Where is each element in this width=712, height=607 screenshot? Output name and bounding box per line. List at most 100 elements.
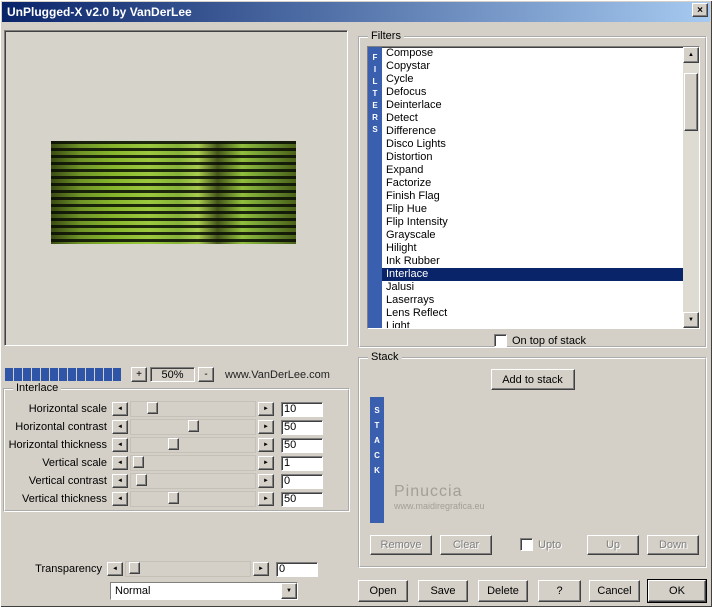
slider-label: Vertical thickness [22,493,107,505]
slider-thumb[interactable] [129,562,141,574]
filter-item[interactable]: Hilight [382,242,683,255]
slider-decrement-button[interactable]: ◄ [112,456,128,470]
slider-decrement-button[interactable]: ◄ [112,420,128,434]
help-button[interactable]: ? [538,580,581,602]
down-button[interactable]: Down [647,535,699,555]
vertical-letter: T [374,421,380,430]
progress-segment [41,368,49,381]
slider-thumb[interactable] [168,492,180,504]
filter-item[interactable]: Factorize [382,177,683,190]
filters-scrollbar[interactable]: ▲ ▼ [683,47,699,328]
filter-item[interactable]: Grayscale [382,229,683,242]
delete-button[interactable]: Delete [478,580,528,602]
open-button[interactable]: Open [358,580,408,602]
blend-mode-dropdown-button[interactable]: ▼ [281,583,297,599]
progress-segment [68,368,76,381]
on-top-of-stack-checkbox[interactable] [494,334,507,347]
save-button[interactable]: Save [418,580,468,602]
title-bar[interactable]: UnPlugged-X v2.0 by VanDerLee [2,2,710,22]
remove-button[interactable]: Remove [370,535,432,555]
slider-value-input[interactable] [281,401,323,417]
slider-thumb[interactable] [187,420,199,432]
slider-increment-button[interactable]: ► [253,562,269,576]
slider-decrement-button[interactable]: ◄ [112,438,128,452]
filter-item[interactable]: Expand [382,164,683,177]
slider-track[interactable] [130,473,256,489]
slider-decrement-button[interactable]: ◄ [112,474,128,488]
filter-item[interactable]: Interlace [382,268,683,281]
slider-value-input[interactable] [276,561,318,577]
slider-value-input[interactable] [281,419,323,435]
progress-segment [86,368,94,381]
slider-increment-button[interactable]: ► [258,402,274,416]
vertical-letter: I [373,65,377,74]
filter-item[interactable]: Lens Reflect [382,307,683,320]
preview-panel[interactable] [4,30,348,346]
chevron-down-icon: ▼ [286,588,292,594]
filter-item[interactable]: Flip Intensity [382,216,683,229]
scrollbar-thumb[interactable] [684,73,698,131]
slider-increment-button[interactable]: ► [258,438,274,452]
cancel-button[interactable]: Cancel [589,580,640,602]
scrollbar-track[interactable] [683,63,699,312]
clear-button[interactable]: Clear [440,535,492,555]
filter-item[interactable]: Deinterlace [382,99,683,112]
arrow-left-icon: ◄ [117,424,123,430]
slider-increment-button[interactable]: ► [258,420,274,434]
ok-button[interactable]: OK [647,579,707,603]
arrow-right-icon: ► [263,442,269,448]
slider-track[interactable] [130,401,256,417]
slider-track[interactable] [130,437,256,453]
slider-increment-button[interactable]: ► [258,492,274,506]
filter-item[interactable]: Defocus [382,86,683,99]
filter-item[interactable]: Distortion [382,151,683,164]
slider-thumb[interactable] [135,474,147,486]
vertical-letter: A [374,436,380,445]
slider-track[interactable] [130,491,256,507]
watermark-site: www.maidiregrafica.eu [394,501,485,511]
filter-item[interactable]: Ink Rubber [382,255,683,268]
filter-item[interactable]: Finish Flag [382,190,683,203]
scrollbar-up-button[interactable]: ▲ [683,47,699,63]
slider-decrement-button[interactable]: ◄ [112,492,128,506]
slider-value-input[interactable] [281,491,323,507]
scrollbar-down-button[interactable]: ▼ [683,312,699,328]
filter-item[interactable]: Cycle [382,73,683,86]
watermark: Pinuccia www.maidiregrafica.eu [394,483,485,511]
slider-thumb[interactable] [146,402,158,414]
slider-thumb[interactable] [133,456,145,468]
filter-item[interactable]: Copystar [382,60,683,73]
slider-increment-button[interactable]: ► [258,456,274,470]
filter-item[interactable]: Flip Hue [382,203,683,216]
up-button[interactable]: Up [587,535,639,555]
blend-mode-combobox[interactable]: Normal ▼ [110,582,298,600]
slider-increment-button[interactable]: ► [258,474,274,488]
add-to-stack-button[interactable]: Add to stack [490,369,575,390]
filter-item[interactable]: Light [382,320,683,328]
slider-decrement-button[interactable]: ◄ [112,402,128,416]
blend-mode-value: Normal [111,583,281,599]
slider-value-input[interactable] [281,455,323,471]
filter-item[interactable]: Disco Lights [382,138,683,151]
vendor-website-text: www.VanDerLee.com [225,369,330,381]
slider-value-input[interactable] [281,473,323,489]
zoom-out-button[interactable]: - [198,367,214,382]
progress-segment [50,368,58,381]
slider-thumb[interactable] [168,438,180,450]
zoom-in-button[interactable]: + [131,367,147,382]
slider-track[interactable] [130,455,256,471]
vertical-letter: T [372,89,378,98]
close-button[interactable]: × [692,3,708,17]
filters-listbox: FILTERS Compose Copystar Cycle Defocus Deint… [367,46,700,329]
slider-value-input[interactable] [281,437,323,453]
filter-item[interactable]: Detect [382,112,683,125]
on-top-of-stack-label: On top of stack [512,334,586,347]
upto-checkbox[interactable] [520,538,533,551]
filter-item[interactable]: Jalusi [382,281,683,294]
slider-track[interactable] [130,419,256,435]
filter-item[interactable]: Difference [382,125,683,138]
filter-item[interactable]: Laserrays [382,294,683,307]
filter-item[interactable]: Compose [382,47,683,60]
slider-track[interactable] [125,561,251,577]
slider-decrement-button[interactable]: ◄ [107,562,123,576]
